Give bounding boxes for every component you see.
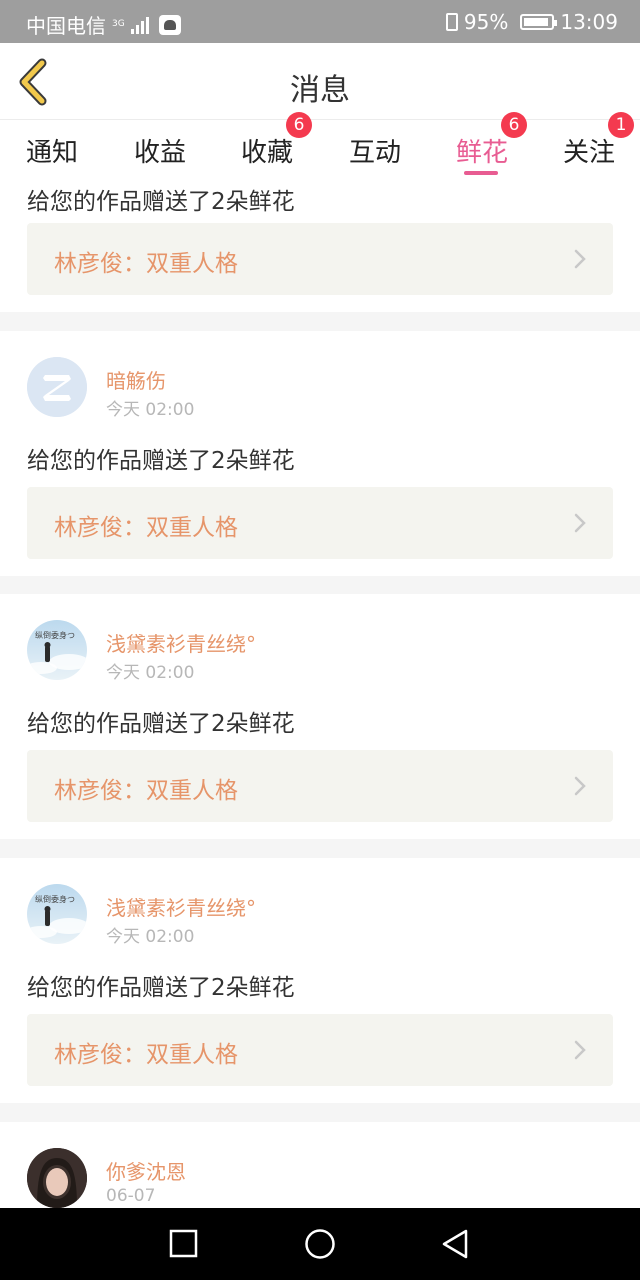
work-title: 林彦俊：双重人格 <box>54 515 238 541</box>
list-item: 给您的作品赠送了2朵鲜花 林彦俊：双重人格 <box>0 176 640 312</box>
vibrate-icon <box>445 13 458 31</box>
avatar[interactable] <box>27 1148 87 1208</box>
list-item: 纵倒委身つ 浅黛素衫青丝绕° 今天 02:00 给您的作品赠送了2朵鲜花 林彦俊… <box>0 858 640 1103</box>
tab-favorites[interactable]: 收藏 <box>241 132 293 169</box>
tab-interactions[interactable]: 互动 <box>349 132 401 169</box>
battery-percent: 95% <box>463 10 509 34</box>
signal-icon <box>130 16 149 34</box>
sender-name[interactable]: 浅黛素衫青丝绕° <box>106 628 256 657</box>
avatar[interactable]: 纵倒委身つ <box>27 620 87 680</box>
following-badge: 1 <box>608 112 634 138</box>
chevron-right-icon <box>574 513 586 533</box>
portrait-avatar-icon <box>27 1148 87 1208</box>
sky-girl-avatar-icon: 纵倒委身つ <box>27 884 87 944</box>
tab-flowers[interactable]: 鲜花 <box>456 132 508 169</box>
avatar[interactable] <box>27 357 87 417</box>
carrier-label: 中国电信 <box>26 14 106 38</box>
message-time: 今天 02:00 <box>106 927 195 947</box>
message-list: 给您的作品赠送了2朵鲜花 林彦俊：双重人格 暗觞伤 今天 02:00 给您的作品… <box>0 176 640 1208</box>
flowers-badge: 6 <box>501 112 527 138</box>
avatar[interactable]: 纵倒委身つ <box>27 884 87 944</box>
qq-default-avatar-icon <box>27 357 87 417</box>
work-link[interactable]: 林彦俊：双重人格 <box>27 223 613 295</box>
system-nav-bar <box>0 1208 640 1280</box>
svg-text:纵倒委身つ: 纵倒委身つ <box>35 630 75 640</box>
home-icon[interactable] <box>300 1228 340 1260</box>
app-notification-icon <box>158 14 181 35</box>
network-type: 3G <box>112 19 125 29</box>
message-text: 给您的作品赠送了2朵鲜花 <box>27 975 295 1001</box>
chevron-right-icon <box>574 776 586 796</box>
status-right: 95% 13:09 <box>445 10 618 34</box>
work-title: 林彦俊：双重人格 <box>54 778 238 804</box>
message-time: 今天 02:00 <box>106 400 195 420</box>
message-tabs: 通知 收益 收藏 6 互动 鲜花 6 关注 1 <box>0 112 640 176</box>
list-item: 纵倒委身つ 浅黛素衫青丝绕° 今天 02:00 给您的作品赠送了2朵鲜花 林彦俊… <box>0 594 640 839</box>
chevron-right-icon <box>574 249 586 269</box>
status-bar: 中国电信 3G 95% 13:09 <box>0 0 640 43</box>
chevron-right-icon <box>574 1040 586 1060</box>
status-left: 中国电信 3G <box>26 10 181 39</box>
work-link[interactable]: 林彦俊：双重人格 <box>27 487 613 559</box>
work-link[interactable]: 林彦俊：双重人格 <box>27 750 613 822</box>
sender-name[interactable]: 暗觞伤 <box>106 365 166 394</box>
tab-following[interactable]: 关注 <box>563 132 615 169</box>
message-text: 给您的作品赠送了2朵鲜花 <box>27 189 295 215</box>
sender-name[interactable]: 浅黛素衫青丝绕° <box>106 892 256 921</box>
back-nav-icon[interactable] <box>436 1228 476 1260</box>
work-title: 林彦俊：双重人格 <box>54 251 238 277</box>
sky-girl-avatar-icon: 纵倒委身つ <box>27 620 87 680</box>
favorites-badge: 6 <box>286 112 312 138</box>
app-header: 消息 <box>0 43 640 120</box>
work-link[interactable]: 林彦俊：双重人格 <box>27 1014 613 1086</box>
sender-name[interactable]: 你爹沈恩 <box>106 1156 186 1185</box>
message-time: 06-07 <box>106 1186 156 1206</box>
work-title: 林彦俊：双重人格 <box>54 1042 238 1068</box>
tab-earnings[interactable]: 收益 <box>134 132 186 169</box>
list-item: 你爹沈恩 06-07 <box>0 1122 640 1208</box>
clock: 13:09 <box>560 10 618 34</box>
tab-notifications[interactable]: 通知 <box>26 132 78 169</box>
recent-apps-icon[interactable] <box>164 1228 204 1260</box>
message-text: 给您的作品赠送了2朵鲜花 <box>27 711 295 737</box>
message-text: 给您的作品赠送了2朵鲜花 <box>27 448 295 474</box>
page-title: 消息 <box>290 73 350 108</box>
battery-icon <box>520 14 558 30</box>
message-time: 今天 02:00 <box>106 663 195 683</box>
list-item: 暗觞伤 今天 02:00 给您的作品赠送了2朵鲜花 林彦俊：双重人格 <box>0 331 640 576</box>
active-tab-indicator <box>464 171 498 175</box>
svg-text:纵倒委身つ: 纵倒委身つ <box>35 894 75 904</box>
